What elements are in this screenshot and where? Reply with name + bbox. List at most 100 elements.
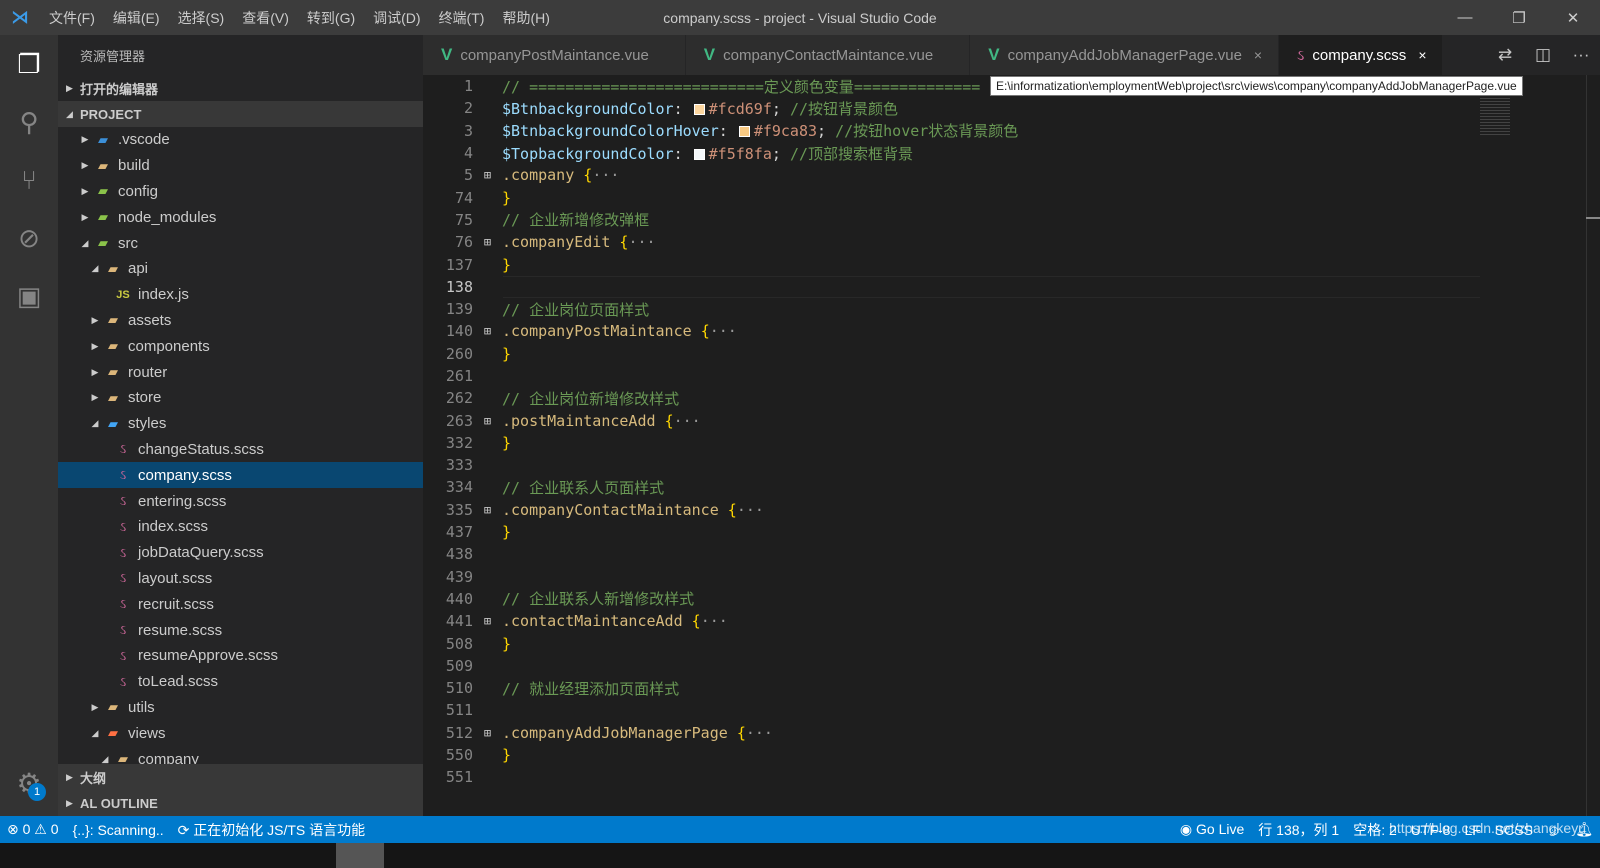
tree-item[interactable]: ઽ recruit.scss — [58, 591, 423, 617]
chevron-icon[interactable]: ▶ — [88, 392, 102, 403]
code-line[interactable]: 137} — [423, 253, 1600, 275]
color-swatch[interactable] — [738, 126, 750, 138]
menu-item[interactable]: 选择(S) — [169, 8, 234, 28]
fold-expand-icon[interactable]: ⊞ — [473, 503, 502, 517]
fold-expand-icon[interactable]: ⊞ — [473, 324, 502, 338]
code-line[interactable]: 75 // 企业新增修改弹框 — [423, 209, 1600, 231]
code-line[interactable]: 2 $BtnbackgroundColor: #fcd69f; //按钮背景颜色 — [423, 97, 1600, 119]
settings-gear-icon[interactable]: ⚙ 1 — [0, 758, 58, 808]
menu-item[interactable]: 转到(G) — [298, 8, 364, 28]
code-line[interactable]: 550} — [423, 744, 1600, 766]
code-line[interactable]: 441 ⊞ .contactMaintanceAdd {··· — [423, 610, 1600, 632]
code-line[interactable]: 5 ⊞ .company {··· — [423, 164, 1600, 186]
color-swatch[interactable] — [693, 103, 705, 115]
tree-item[interactable]: ▶ ▰ router — [58, 359, 423, 385]
explorer-icon[interactable]: ❐ — [0, 35, 58, 93]
code-line[interactable]: 333 — [423, 454, 1600, 476]
tree-item[interactable]: ઽ toLead.scss — [58, 669, 423, 695]
tree-item[interactable]: JS index.js — [58, 282, 423, 308]
chevron-icon[interactable]: ◢ — [88, 728, 102, 739]
code-line[interactable]: 439 — [423, 566, 1600, 588]
compare-changes-icon[interactable]: ⇄ — [1486, 45, 1524, 65]
more-actions-icon[interactable]: ··· — [1562, 45, 1600, 65]
color-swatch[interactable] — [693, 148, 705, 160]
code-line[interactable]: 140 ⊞ .companyPostMaintance {··· — [423, 320, 1600, 342]
tree-item[interactable]: ઽ resumeApprove.scss — [58, 643, 423, 669]
chevron-icon[interactable]: ▶ — [88, 315, 102, 326]
code-line[interactable]: 3 $BtnbackgroundColorHover: #f9ca83; //按钮… — [423, 120, 1600, 142]
al-outline-section[interactable]: ▶ AL OUTLINE — [58, 790, 423, 816]
tree-item[interactable]: ઽ index.scss — [58, 514, 423, 540]
fold-expand-icon[interactable]: ⊞ — [473, 726, 502, 740]
tree-item[interactable]: ◢ ▰ api — [58, 256, 423, 282]
chevron-icon[interactable]: ▶ — [78, 186, 92, 197]
code-line[interactable]: 74} — [423, 186, 1600, 208]
chevron-icon[interactable]: ◢ — [88, 418, 102, 429]
tree-item[interactable]: ઽ entering.scss — [58, 488, 423, 514]
code-line[interactable]: 261 — [423, 365, 1600, 387]
code-line[interactable]: 332} — [423, 432, 1600, 454]
code-line[interactable]: 511 — [423, 699, 1600, 721]
split-editor-icon[interactable]: ◫ — [1524, 45, 1562, 65]
tree-item[interactable]: ▶ ▰ utils — [58, 695, 423, 721]
code-line[interactable]: 440 // 企业联系人新增修改样式 — [423, 588, 1600, 610]
code-line[interactable]: 138 — [423, 275, 1600, 298]
code-line[interactable]: 260} — [423, 343, 1600, 365]
code-line[interactable]: 262 // 企业岗位新增修改样式 — [423, 387, 1600, 409]
tab[interactable]: VcompanyContactMaintance.vue — [685, 35, 971, 75]
close-tab-icon[interactable]: × — [1254, 47, 1266, 63]
chevron-icon[interactable]: ▶ — [88, 702, 102, 713]
debug-icon[interactable]: ⊘ — [0, 209, 58, 267]
close-tab-icon[interactable]: × — [1418, 47, 1430, 63]
code-line[interactable]: 335 ⊞ .companyContactMaintance {··· — [423, 499, 1600, 521]
menu-item[interactable]: 文件(F) — [40, 8, 104, 28]
code-line[interactable]: 334 // 企业联系人页面样式 — [423, 476, 1600, 498]
tree-item[interactable]: ▶ ▰ store — [58, 385, 423, 411]
extensions-icon[interactable]: ▣ — [0, 267, 58, 325]
code-line[interactable]: 510 // 就业经理添加页面样式 — [423, 677, 1600, 699]
tree-item[interactable]: ઽ jobDataQuery.scss — [58, 540, 423, 566]
fold-expand-icon[interactable]: ⊞ — [473, 168, 502, 182]
tree-item[interactable]: ▶ ▰ .vscode — [58, 127, 423, 153]
chevron-icon[interactable]: ◢ — [88, 263, 102, 274]
menu-item[interactable]: 帮助(H) — [493, 8, 558, 28]
fold-expand-icon[interactable]: ⊞ — [473, 235, 502, 249]
source-control-icon[interactable]: ⑂ — [0, 151, 58, 209]
problems-indicator[interactable]: ⊗ 0 ⚠ 0 — [0, 821, 66, 838]
tree-item[interactable]: ઽ layout.scss — [58, 566, 423, 592]
chevron-icon[interactable]: ▶ — [88, 341, 102, 352]
tree-item[interactable]: ◢ ▰ styles — [58, 411, 423, 437]
tree-item[interactable]: ઽ changeStatus.scss — [58, 437, 423, 463]
code-line[interactable]: 139 // 企业岗位页面样式 — [423, 298, 1600, 320]
code-line[interactable]: 512 ⊞ .companyAddJobManagerPage {··· — [423, 722, 1600, 744]
code-editor[interactable]: 1 // ==========================定义颜色变量====… — [423, 75, 1600, 789]
chevron-icon[interactable]: ▶ — [88, 367, 102, 378]
tab[interactable]: ઽ company.scss × — [1278, 35, 1444, 75]
code-line[interactable]: 509 — [423, 655, 1600, 677]
tree-item[interactable]: ▶ ▰ assets — [58, 308, 423, 334]
menu-item[interactable]: 编辑(E) — [104, 8, 169, 28]
tab[interactable]: VcompanyPostMaintance.vue — [423, 35, 686, 75]
tree-item[interactable]: ▶ ▰ build — [58, 153, 423, 179]
menu-item[interactable]: 调试(D) — [364, 8, 429, 28]
chevron-icon[interactable]: ◢ — [98, 754, 112, 765]
tab[interactable]: VcompanyAddJobManagerPage.vue × — [970, 35, 1279, 75]
code-line[interactable]: 508} — [423, 632, 1600, 654]
code-line[interactable]: 551 — [423, 766, 1600, 788]
minimize-button[interactable]: — — [1438, 0, 1492, 35]
tree-item[interactable]: ◢ ▰ src — [58, 230, 423, 256]
editor-scrollbar[interactable] — [1586, 75, 1600, 816]
code-line[interactable]: 76 ⊞ .companyEdit {··· — [423, 231, 1600, 253]
code-line[interactable]: 263 ⊞ .postMaintanceAdd {··· — [423, 409, 1600, 431]
minimap[interactable] — [1480, 95, 1510, 135]
menu-item[interactable]: 查看(V) — [233, 8, 298, 28]
restore-button[interactable]: ❐ — [1492, 0, 1546, 35]
go-live-button[interactable]: ◉ Go Live — [1173, 821, 1251, 838]
project-section[interactable]: ◢ PROJECT — [58, 101, 423, 127]
close-window-button[interactable]: ✕ — [1546, 0, 1600, 35]
tree-item[interactable]: ઽ resume.scss — [58, 617, 423, 643]
code-line[interactable]: 438 — [423, 543, 1600, 565]
tree-item[interactable]: ઽ company.scss — [58, 462, 423, 489]
cursor-position[interactable]: 行 138，列 1 — [1251, 820, 1346, 840]
code-line[interactable]: 4 $TopbackgroundColor: #f5f8fa; //顶部搜索框背景 — [423, 142, 1600, 164]
